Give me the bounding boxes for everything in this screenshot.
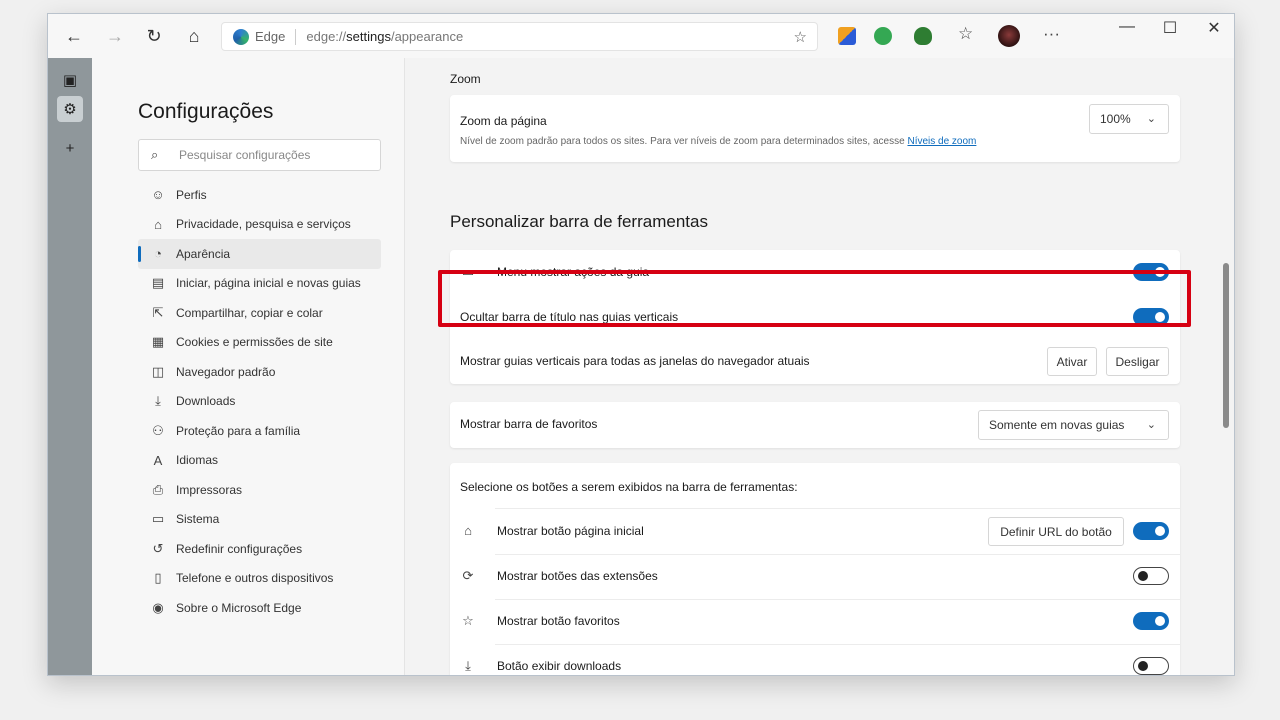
home-button-row: ⌂ Mostrar botão página inicial Definir U… <box>450 509 1180 554</box>
edge-icon: ◉ <box>152 599 164 615</box>
sidebar-item-navegador[interactable]: ◫ Navegador padrão <box>138 357 381 387</box>
home-button-toggle[interactable] <box>1133 522 1169 540</box>
sidebar-item-privacidade[interactable]: ⌂ Privacidade, pesquisa e serviços <box>138 210 381 240</box>
sidebar-item-downloads[interactable]: ⤓ Downloads <box>138 387 381 417</box>
browser-icon: ◫ <box>151 363 165 379</box>
refresh-icon[interactable]: ↻ <box>141 23 167 49</box>
settings-main: Zoom Zoom da página Nível de zoom padrão… <box>405 58 1220 675</box>
profile-avatar[interactable] <box>998 25 1020 47</box>
settings-menu: ☺ Perfis ⌂ Privacidade, pesquisa e serviço… <box>138 180 381 623</box>
phone-icon: ▯ <box>154 570 162 586</box>
share-icon: ⇱ <box>152 304 164 320</box>
chevron-down-icon: ⌄ <box>1146 113 1156 125</box>
extensions-button-toggle[interactable] <box>1133 567 1169 585</box>
settings-sidebar: Configurações ⌕ Pesquisar configurações … <box>92 58 405 675</box>
lock-icon: ⌂ <box>154 216 162 232</box>
forward-arrow-icon[interactable]: → <box>102 23 128 49</box>
more-options-icon[interactable]: ··· <box>1043 24 1060 44</box>
chevron-down-icon: ⌄ <box>1146 419 1156 431</box>
sidebar-item-compartilhar[interactable]: ⇱ Compartilhar, copiar e colar <box>138 298 381 328</box>
vertical-scrollbar[interactable] <box>1220 58 1234 675</box>
downloads-button-toggle[interactable] <box>1133 657 1169 675</box>
vertical-tab-strip: ▣ ⚙ + <box>48 58 92 675</box>
activate-button[interactable]: Ativar <box>1047 347 1097 376</box>
tab-actions-icon[interactable]: ▣ <box>57 67 83 93</box>
browser-toolbar: ← → ↻ ⌂ Edge edge:// settings /appearanc… <box>48 14 1234 58</box>
sidebar-item-familia[interactable]: ⚇ Proteção para a família <box>138 416 381 446</box>
toolbar-section-title: Personalizar barra de ferramentas <box>450 212 708 231</box>
zoom-card: Zoom da página Nível de zoom padrão para… <box>450 95 1180 162</box>
download-icon: ⤓ <box>155 393 161 409</box>
sidebar-item-telefone[interactable]: ▯ Telefone e outros dispositivos <box>138 564 381 594</box>
home-icon: ⌂ <box>464 523 472 538</box>
start-page-icon: ▤ <box>151 275 165 291</box>
sidebar-item-sobre[interactable]: ◉ Sobre o Microsoft Edge <box>138 593 381 623</box>
favorites-icon[interactable]: ☆ <box>958 24 973 44</box>
address-bar[interactable]: Edge edge:// settings /appearance ☆ <box>221 22 818 51</box>
family-icon: ⚇ <box>152 422 164 438</box>
settings-title: Configurações <box>138 100 274 123</box>
sidebar-item-iniciar[interactable]: ▤ Iniciar, página inicial e novas guias <box>138 269 381 299</box>
download-icon: ⤓ <box>465 658 471 673</box>
favorites-button-row: ☆ Mostrar botão favoritos <box>450 599 1180 644</box>
zoom-heading: Zoom <box>450 72 481 86</box>
favorites-icon: ☆ <box>462 613 474 628</box>
sidebar-item-cookies[interactable]: ▦ Cookies e permissões de site <box>138 328 381 358</box>
set-url-button[interactable]: Definir URL do botão <box>988 517 1124 546</box>
sidebar-item-idiomas[interactable]: A Idiomas <box>138 446 381 476</box>
language-icon: A <box>153 452 163 468</box>
url-path: settings <box>346 29 391 44</box>
cookies-icon: ▦ <box>151 334 165 350</box>
extensions-button-row: ⟳ Mostrar botões das extensões <box>450 554 1180 599</box>
downloads-button-row: ⤓ Botão exibir downloads <box>450 644 1180 675</box>
sidebar-item-sistema[interactable]: ▭ Sistema <box>138 505 381 535</box>
url-suffix: /appearance <box>390 29 464 44</box>
search-placeholder: Pesquisar configurações <box>179 148 311 162</box>
profile-icon: ☺ <box>151 187 165 203</box>
zoom-label: Zoom da página <box>460 114 547 128</box>
zoom-description: Nível de zoom padrão para todos os sites… <box>460 136 977 147</box>
maximize-icon[interactable]: ☐ <box>1155 18 1185 38</box>
favorites-bar-card: Mostrar barra de favoritos Somente em no… <box>450 402 1180 448</box>
scrollbar-thumb[interactable] <box>1223 263 1229 428</box>
favorites-bar-label: Mostrar barra de favoritos <box>460 417 598 431</box>
sidebar-item-perfis[interactable]: ☺ Perfis <box>138 180 381 210</box>
reset-icon: ↺ <box>152 540 164 556</box>
zoom-levels-link[interactable]: Níveis de zoom <box>907 136 976 147</box>
extension-icon[interactable] <box>874 27 892 45</box>
back-arrow-icon[interactable]: ← <box>61 23 87 49</box>
sidebar-item-impressoras[interactable]: ⎙ Impressoras <box>138 475 381 505</box>
buttons-heading: Selecione os botões a serem exibidos na … <box>460 480 798 494</box>
favorites-button-toggle[interactable] <box>1133 612 1169 630</box>
toolbar-buttons-card: Selecione os botões a serem exibidos na … <box>450 463 1180 675</box>
new-tab-plus-icon[interactable]: + <box>57 135 83 161</box>
zoom-dropdown[interactable]: 100% ⌄ <box>1089 104 1169 134</box>
favorites-bar-dropdown[interactable]: Somente em novas guias ⌄ <box>978 410 1169 440</box>
minimize-icon[interactable]: — <box>1112 18 1142 36</box>
extensions-icon: ⟳ <box>462 568 474 583</box>
deactivate-button[interactable]: Desligar <box>1106 347 1169 376</box>
settings-tab-gear-icon[interactable]: ⚙ <box>57 96 83 122</box>
system-icon: ▭ <box>151 511 165 527</box>
extension-icon[interactable] <box>838 27 856 45</box>
sidebar-item-redefinir[interactable]: ↺ Redefinir configurações <box>138 534 381 564</box>
url-prefix: edge:// <box>306 29 347 44</box>
add-favorite-icon[interactable]: ☆ <box>794 28 807 46</box>
settings-search-input[interactable]: ⌕ Pesquisar configurações <box>138 139 381 171</box>
address-separator <box>295 28 297 45</box>
browser-window: ← → ↻ ⌂ Edge edge:// settings /appearanc… <box>47 13 1235 676</box>
extension-icon[interactable] <box>914 27 932 45</box>
site-name: Edge <box>255 29 286 44</box>
search-icon: ⌕ <box>151 147 159 162</box>
sidebar-item-aparencia[interactable]: ◔ Aparência <box>138 239 381 269</box>
highlight-annotation <box>438 270 1191 327</box>
close-icon[interactable]: ✕ <box>1199 18 1229 38</box>
edge-logo-icon <box>233 28 249 45</box>
vertical-tabs-row: Mostrar guias verticais para todas as ja… <box>450 339 1180 384</box>
appearance-icon: ◔ <box>154 246 162 262</box>
home-icon[interactable]: ⌂ <box>181 23 207 49</box>
printer-icon: ⎙ <box>152 481 164 497</box>
